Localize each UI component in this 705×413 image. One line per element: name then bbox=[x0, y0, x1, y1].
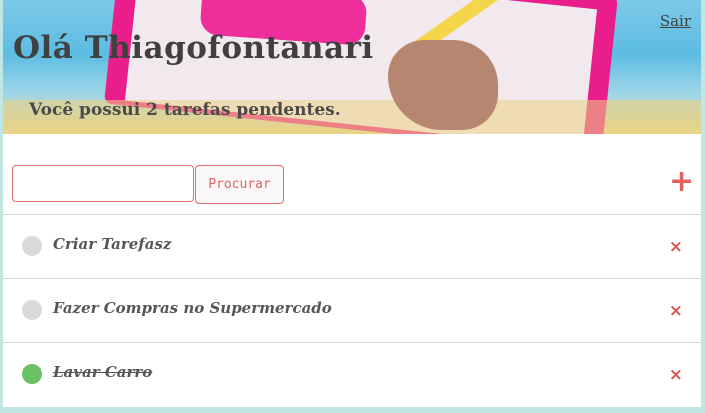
task-item: Criar Tarefasz × bbox=[3, 214, 701, 277]
task-status-toggle[interactable] bbox=[22, 236, 42, 256]
search-input[interactable] bbox=[12, 165, 194, 202]
pending-tasks-text: Você possui 2 tarefas pendentes. bbox=[29, 100, 341, 120]
task-status-toggle[interactable] bbox=[22, 300, 42, 320]
delete-task-icon[interactable]: × bbox=[669, 237, 683, 257]
task-label: Lavar Carro bbox=[53, 363, 153, 381]
greeting-title: Olá Thiagofontanari bbox=[13, 30, 374, 66]
search-bar: Procurar + bbox=[3, 134, 701, 214]
task-item: Lavar Carro × bbox=[3, 342, 701, 405]
add-task-icon[interactable]: + bbox=[669, 167, 694, 197]
task-label: Fazer Compras no Supermercado bbox=[53, 299, 332, 317]
task-status-toggle[interactable] bbox=[22, 364, 42, 384]
todo-card: Olá Thiagofontanari Você possui 2 tarefa… bbox=[3, 0, 701, 407]
logout-link[interactable]: Sair bbox=[660, 12, 691, 30]
search-button[interactable]: Procurar bbox=[195, 165, 284, 204]
header-banner: Olá Thiagofontanari Você possui 2 tarefa… bbox=[3, 0, 701, 134]
delete-task-icon[interactable]: × bbox=[669, 365, 683, 385]
task-item: Fazer Compras no Supermercado × bbox=[3, 278, 701, 341]
task-label: Criar Tarefasz bbox=[53, 235, 172, 253]
delete-task-icon[interactable]: × bbox=[669, 301, 683, 321]
